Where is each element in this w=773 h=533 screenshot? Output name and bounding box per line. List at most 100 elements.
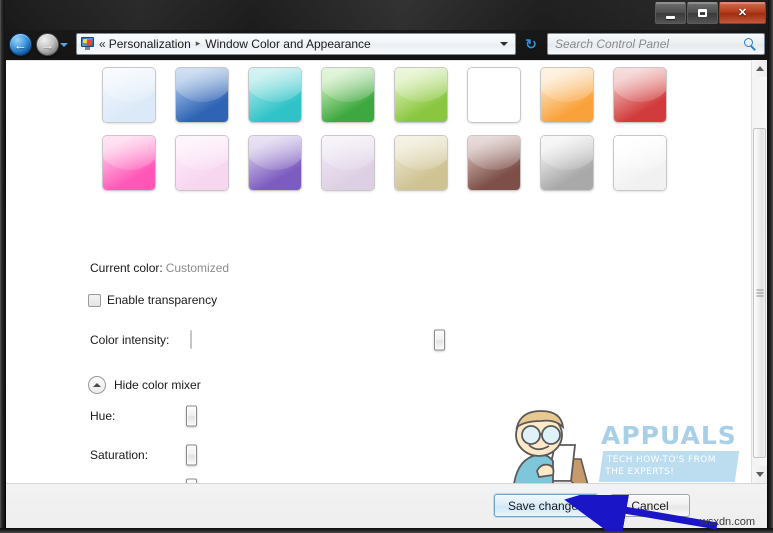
color-swatch-row-1 <box>102 67 702 123</box>
swatch-gloss <box>176 136 228 171</box>
color-swatch-purple[interactable] <box>248 135 302 191</box>
color-swatch-pink[interactable] <box>102 135 156 191</box>
window-color-appearance-window: ✕ ← → « Personalization ▸ Window Color a… <box>0 0 773 533</box>
enable-transparency-row[interactable]: Enable transparency <box>88 293 217 307</box>
swatch-gloss <box>541 136 593 171</box>
swatch-gloss <box>322 68 374 103</box>
color-swatch-orange[interactable] <box>540 67 594 123</box>
color-swatch-khaki[interactable] <box>394 135 448 191</box>
color-intensity-track[interactable] <box>190 329 445 351</box>
watermark-brand: APPUALS <box>601 421 737 450</box>
swatch-gloss <box>468 136 520 171</box>
enable-transparency-checkbox[interactable] <box>88 293 101 307</box>
recent-pages-dropdown-icon[interactable] <box>60 43 68 47</box>
color-swatch-teal[interactable] <box>248 67 302 123</box>
frame-edge-left <box>0 0 5 533</box>
swatch-gloss <box>176 68 228 103</box>
color-intensity-row: Color intensity: <box>90 329 445 351</box>
breadcrumb-item-window-color[interactable]: Window Color and Appearance <box>205 37 370 51</box>
annotation-arrow <box>564 495 718 531</box>
appuals-watermark: APPUALS TECH HOW-TO'S FROM THE EXPERTS! <box>503 401 739 483</box>
color-swatch-gray[interactable] <box>540 135 594 191</box>
color-swatch-red[interactable] <box>613 67 667 123</box>
search-input[interactable]: Search Control Panel <box>548 37 744 51</box>
scrollbar-grip-icon <box>756 289 763 297</box>
chevron-down-icon <box>755 472 764 477</box>
client-area: Current color: Customized Enable transpar… <box>6 60 767 483</box>
search-box[interactable]: Search Control Panel <box>547 33 765 55</box>
frame-edge-right <box>768 0 773 533</box>
color-swatch-yellow[interactable] <box>467 67 521 123</box>
color-swatch-brown[interactable] <box>467 135 521 191</box>
color-intensity-label: Color intensity: <box>90 333 170 347</box>
window-controls: ✕ <box>654 2 766 24</box>
maximize-button[interactable] <box>687 2 718 24</box>
navigation-toolbar: ← → « Personalization ▸ Window Color and… <box>0 31 773 58</box>
vertical-scrollbar[interactable] <box>751 60 767 483</box>
scroll-up-button[interactable] <box>752 60 767 77</box>
color-swatch-lime[interactable] <box>394 67 448 123</box>
hue-thumb[interactable] <box>186 405 197 427</box>
hide-color-mixer-toggle[interactable]: Hide color mixer <box>88 376 201 394</box>
swatch-gloss <box>541 68 593 103</box>
content-top-divider <box>6 60 751 61</box>
swatch-gloss <box>249 68 301 103</box>
minimize-icon <box>666 16 675 19</box>
color-swatch-blue[interactable] <box>175 67 229 123</box>
watermark-tagline: TECH HOW-TO'S FROM THE EXPERTS! <box>598 451 739 482</box>
color-swatch-grid <box>102 67 702 203</box>
search-icon <box>744 37 757 51</box>
forward-arrow-icon: → <box>41 37 54 52</box>
swatch-gloss <box>103 136 155 171</box>
breadcrumb-separator-icon[interactable]: ▸ <box>196 38 201 49</box>
swatch-gloss <box>322 136 374 171</box>
hue-label: Hue: <box>90 409 116 423</box>
breadcrumb-item-personalization[interactable]: Personalization <box>109 37 191 51</box>
swatch-gloss <box>395 136 447 171</box>
scroll-down-button[interactable] <box>752 466 767 483</box>
close-icon: ✕ <box>737 6 748 19</box>
swatch-gloss <box>614 68 666 103</box>
saturation-thumb[interactable] <box>186 444 197 466</box>
breadcrumb-overflow-icon[interactable]: « <box>99 37 106 51</box>
color-intensity-thumb[interactable] <box>434 329 445 351</box>
minimize-button[interactable] <box>655 2 686 24</box>
hue-row: Hue: <box>90 405 197 427</box>
hide-color-mixer-label: Hide color mixer <box>114 378 201 392</box>
color-swatch-lavender[interactable] <box>321 135 375 191</box>
chevron-up-icon <box>755 66 764 71</box>
saturation-label: Saturation: <box>90 448 149 462</box>
watermark-tagline-line1: TECH HOW-TO'S FROM <box>606 455 716 465</box>
saturation-row: Saturation: <box>90 444 197 466</box>
swatch-gloss <box>103 68 155 103</box>
address-dropdown-icon[interactable] <box>500 42 508 46</box>
swatch-gloss <box>468 68 520 103</box>
swatch-gloss <box>249 136 301 171</box>
color-swatch-white[interactable] <box>613 135 667 191</box>
swatch-gloss <box>614 136 666 171</box>
swatch-gloss <box>395 68 447 103</box>
color-swatch-row-2 <box>102 135 702 191</box>
personalization-monitor-icon <box>80 37 96 51</box>
chevron-up-icon <box>88 376 106 394</box>
appuals-mascot-icon <box>513 410 589 483</box>
settings-content: Current color: Customized Enable transpar… <box>6 60 751 483</box>
back-arrow-icon: ← <box>14 37 27 52</box>
watermark-tagline-line2: THE EXPERTS! <box>605 467 675 477</box>
scrollbar-thumb[interactable] <box>753 128 766 458</box>
maximize-icon <box>698 9 707 17</box>
back-button[interactable]: ← <box>9 33 32 56</box>
color-swatch-green[interactable] <box>321 67 375 123</box>
source-watermark: wsxdn.com <box>700 516 756 528</box>
address-bar[interactable]: « Personalization ▸ Window Color and App… <box>76 33 516 55</box>
color-swatch-sky-pale[interactable] <box>102 67 156 123</box>
color-swatch-pink-pale[interactable] <box>175 135 229 191</box>
current-color-label: Current color: <box>90 261 163 275</box>
close-button[interactable]: ✕ <box>719 2 766 24</box>
enable-transparency-label: Enable transparency <box>107 293 218 307</box>
current-color-value: Customized <box>165 261 230 275</box>
refresh-icon: ↻ <box>525 35 537 52</box>
refresh-button[interactable]: ↻ <box>520 33 542 55</box>
current-color-row: Current color: Customized <box>90 261 229 275</box>
forward-button[interactable]: → <box>36 33 59 56</box>
